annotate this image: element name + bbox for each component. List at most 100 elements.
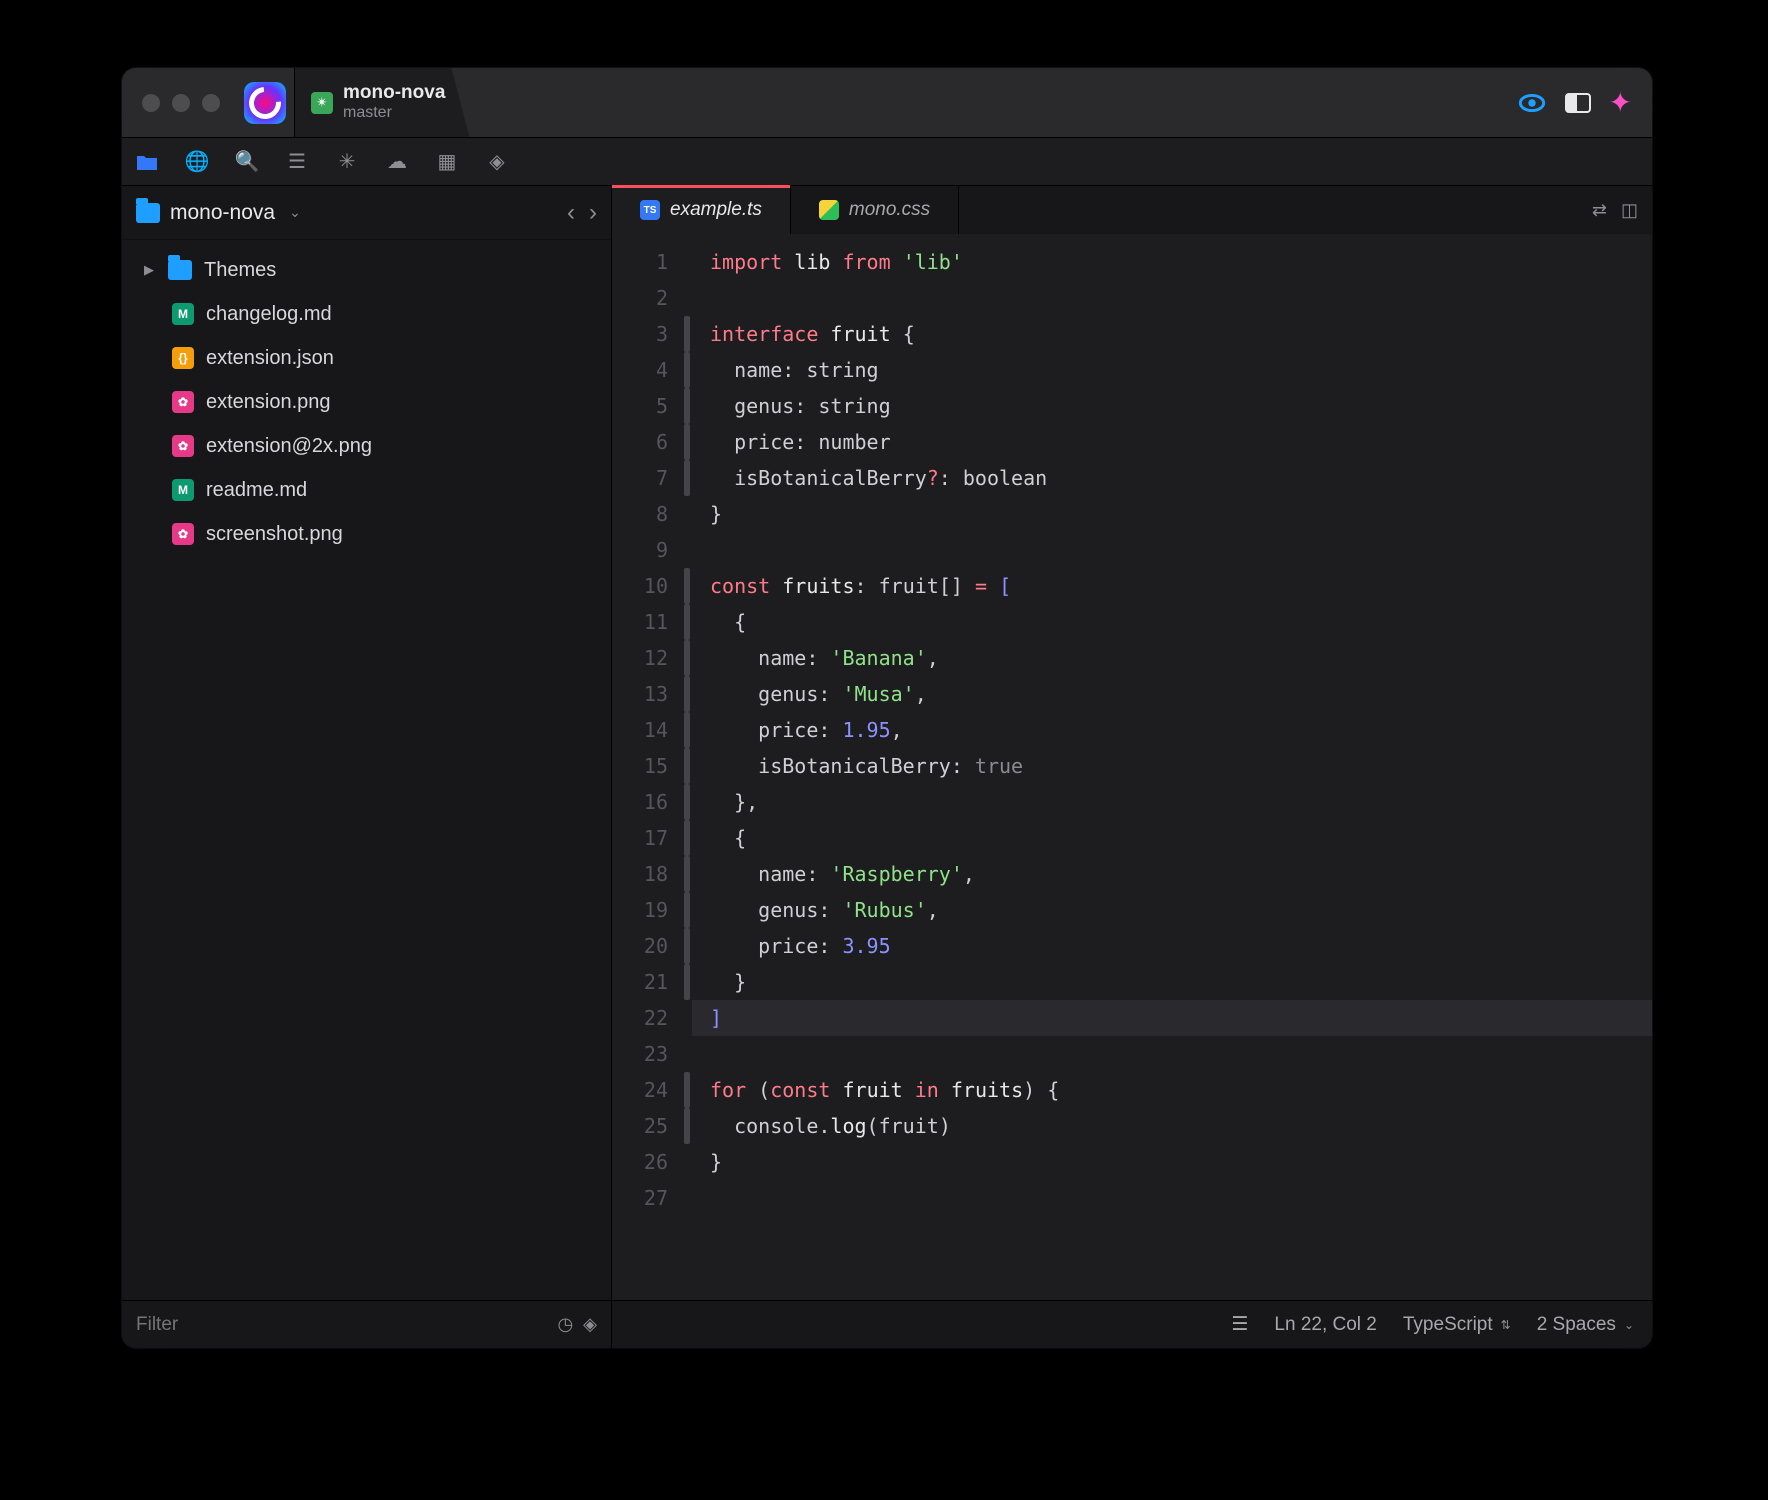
line-number[interactable]: 15 [612, 748, 668, 784]
code-line[interactable]: name: 'Raspberry', [710, 856, 1634, 892]
fold-marker[interactable] [684, 460, 690, 496]
line-number[interactable]: 2 [612, 280, 668, 316]
code-line[interactable]: price: 3.95 [710, 928, 1634, 964]
fold-marker[interactable] [684, 604, 690, 640]
tree-item-extension-2x-png[interactable]: ✿extension@2x.png [122, 424, 611, 468]
chevron-right-icon[interactable]: ▶ [144, 262, 156, 278]
code-area[interactable]: 1234567891011121314151617181920212223242… [612, 234, 1652, 1300]
line-number[interactable]: 9 [612, 532, 668, 568]
code-line[interactable]: { [710, 820, 1634, 856]
tree-item-readme-md[interactable]: Mreadme.md [122, 468, 611, 512]
close-icon[interactable] [142, 94, 160, 112]
code-line[interactable]: interface fruit { [710, 316, 1634, 352]
fold-marker[interactable] [684, 424, 690, 460]
line-number[interactable]: 5 [612, 388, 668, 424]
line-number[interactable]: 1 [612, 244, 668, 280]
code-line[interactable] [710, 1036, 1634, 1072]
cloud-icon[interactable]: ☁ [384, 149, 410, 175]
fold-marker[interactable] [684, 568, 690, 604]
diamond-icon[interactable]: ◈ [583, 1314, 597, 1335]
code-line[interactable]: genus: string [710, 388, 1634, 424]
fold-marker[interactable] [684, 1108, 690, 1144]
tab-mono-css[interactable]: mono.css [791, 186, 959, 234]
code-line[interactable]: isBotanicalBerry: true [710, 748, 1634, 784]
line-number[interactable]: 13 [612, 676, 668, 712]
panel-toggle-icon[interactable] [1565, 93, 1591, 113]
code-line[interactable] [710, 1180, 1634, 1216]
code-line[interactable] [710, 280, 1634, 316]
code-line[interactable]: genus: 'Musa', [710, 676, 1634, 712]
transfer-icon[interactable]: ⇄ [1592, 200, 1607, 221]
tree-item-extension-json[interactable]: {}extension.json [122, 336, 611, 380]
line-number[interactable]: 23 [612, 1036, 668, 1072]
line-number[interactable]: 21 [612, 964, 668, 1000]
globe-icon[interactable]: 🌐 [184, 149, 210, 175]
zoom-icon[interactable] [202, 94, 220, 112]
files-icon[interactable] [134, 149, 160, 175]
line-number[interactable]: 3 [612, 316, 668, 352]
fold-marker[interactable] [684, 712, 690, 748]
line-number[interactable]: 6 [612, 424, 668, 460]
line-number[interactable]: 4 [612, 352, 668, 388]
code-line[interactable]: { [710, 604, 1634, 640]
code-content[interactable]: import lib from 'lib' interface fruit { … [692, 234, 1652, 1300]
tree-item-screenshot-png[interactable]: ✿screenshot.png [122, 512, 611, 556]
language-selector[interactable]: TypeScript⇅ [1403, 1314, 1511, 1336]
code-line[interactable]: name: 'Banana', [710, 640, 1634, 676]
line-number[interactable]: 12 [612, 640, 668, 676]
fold-marker[interactable] [684, 352, 690, 388]
fold-marker[interactable] [684, 964, 690, 1000]
sidebar-header[interactable]: mono-nova ⌄ ‹ › [122, 186, 611, 240]
indent-selector[interactable]: 2 Spaces⌄ [1537, 1314, 1634, 1336]
preview-icon[interactable] [1517, 88, 1547, 118]
fold-marker[interactable] [684, 892, 690, 928]
sparkle-icon[interactable]: ✦ [1609, 86, 1632, 119]
fold-marker[interactable] [684, 676, 690, 712]
indent-icon[interactable]: ☰ [284, 149, 310, 175]
tree-item-changelog-md[interactable]: Mchangelog.md [122, 292, 611, 336]
line-number[interactable]: 11 [612, 604, 668, 640]
line-number[interactable]: 26 [612, 1144, 668, 1180]
line-number[interactable]: 19 [612, 892, 668, 928]
fold-marker[interactable] [684, 1072, 690, 1108]
code-line[interactable]: }, [710, 784, 1634, 820]
fold-marker[interactable] [684, 748, 690, 784]
asterisk-icon[interactable]: ✳ [334, 149, 360, 175]
fold-marker[interactable] [684, 388, 690, 424]
fold-marker[interactable] [684, 784, 690, 820]
code-line[interactable]: for (const fruit in fruits) { [710, 1072, 1634, 1108]
line-number[interactable]: 17 [612, 820, 668, 856]
fold-marker[interactable] [684, 640, 690, 676]
line-number[interactable]: 24 [612, 1072, 668, 1108]
line-number[interactable]: 7 [612, 460, 668, 496]
code-line[interactable]: isBotanicalBerry?: boolean [710, 460, 1634, 496]
code-line[interactable]: const fruits: fruit[] = [ [710, 568, 1634, 604]
code-line[interactable]: } [710, 964, 1634, 1000]
filter-input[interactable] [136, 1314, 557, 1336]
line-number[interactable]: 14 [612, 712, 668, 748]
outline-icon[interactable]: ☰ [1231, 1313, 1248, 1336]
code-line[interactable]: } [710, 1144, 1634, 1180]
code-line[interactable]: console.log(fruit) [710, 1108, 1634, 1144]
nav-back-icon[interactable]: ‹ [567, 199, 575, 227]
code-line[interactable]: price: 1.95, [710, 712, 1634, 748]
tree-item-themes[interactable]: ▶Themes [122, 248, 611, 292]
project-tab[interactable]: ✴ mono-nova master [294, 68, 469, 137]
cursor-position[interactable]: Ln 22, Col 2 [1274, 1314, 1376, 1336]
line-number[interactable]: 16 [612, 784, 668, 820]
diamond-icon[interactable]: ◈ [484, 149, 510, 175]
search-icon[interactable]: 🔍 [234, 149, 260, 175]
line-number[interactable]: 22 [612, 1000, 668, 1036]
clock-icon[interactable]: ◷ [557, 1314, 573, 1335]
line-number[interactable]: 25 [612, 1108, 668, 1144]
line-number[interactable]: 8 [612, 496, 668, 532]
tree-item-extension-png[interactable]: ✿extension.png [122, 380, 611, 424]
line-number[interactable]: 27 [612, 1180, 668, 1216]
grid-icon[interactable]: ▦ [434, 149, 460, 175]
fold-marker[interactable] [684, 820, 690, 856]
fold-marker[interactable] [684, 928, 690, 964]
line-number[interactable]: 18 [612, 856, 668, 892]
code-line[interactable]: ] [692, 1000, 1652, 1036]
code-line[interactable]: } [710, 496, 1634, 532]
line-number[interactable]: 20 [612, 928, 668, 964]
